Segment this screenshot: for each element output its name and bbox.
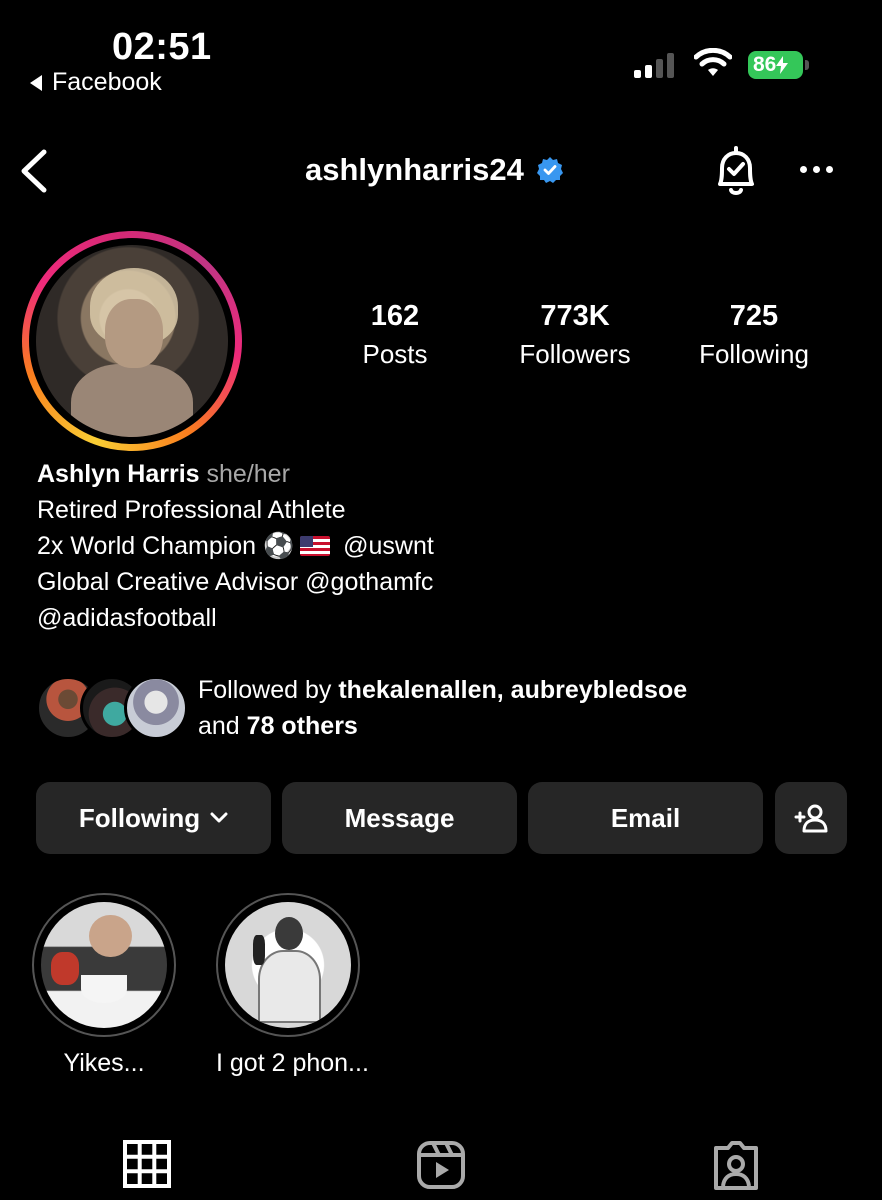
mutual-avatar	[124, 676, 188, 740]
posts-label: Posts	[362, 339, 428, 369]
add-person-icon	[794, 804, 828, 833]
email-button-label: Email	[610, 802, 681, 833]
highlight-label: I got 2 phon...	[216, 1049, 369, 1077]
following-button[interactable]: Following	[36, 782, 271, 854]
highlight-cover	[41, 902, 167, 1028]
highlight-cover	[225, 902, 351, 1028]
mutual-user-1: thekalenallen	[338, 676, 497, 704]
followers-label: Followers	[519, 339, 631, 369]
wifi-icon	[694, 48, 732, 76]
chevron-down-icon	[210, 812, 228, 823]
followers-count: 773K	[540, 300, 610, 332]
battery-nub	[805, 60, 809, 70]
verified-badge-icon	[536, 157, 563, 183]
cellular-signal-icon	[634, 52, 674, 78]
mutual-user-2: aubreybledsoe	[510, 676, 688, 704]
battery-indicator: 86	[748, 51, 803, 79]
pronouns: she/her	[206, 460, 290, 488]
back-app-label: Facebook	[52, 68, 162, 96]
mutual-followers-avatars[interactable]	[36, 676, 188, 740]
chevron-left-icon[interactable]	[18, 148, 50, 194]
highlight-item[interactable]: I got 2 phon...	[216, 893, 369, 1078]
more-icon[interactable]	[800, 166, 833, 173]
back-triangle-icon	[30, 74, 42, 91]
charging-bolt-icon	[776, 56, 789, 74]
battery-level: 86	[753, 53, 777, 76]
soccer-ball-emoji: ⚽	[263, 532, 295, 560]
mutual-separator: ,	[496, 676, 504, 704]
posts-count: 162	[370, 300, 420, 332]
mutual-others: 78 others	[246, 712, 358, 740]
username: ashlynharris24	[305, 152, 524, 187]
email-button[interactable]: Email	[528, 782, 763, 854]
profile-username-header: ashlynharris24	[305, 152, 564, 188]
full-name: Ashlyn Harris	[37, 460, 200, 488]
followed-by-prefix: Followed by	[198, 676, 332, 704]
following-label: Following	[699, 339, 809, 369]
us-flag-icon	[300, 536, 331, 556]
add-user-button[interactable]	[775, 782, 847, 854]
back-to-app-link[interactable]: Facebook	[30, 68, 162, 97]
message-button-label: Message	[344, 802, 455, 833]
stat-followers[interactable]: 773K Followers	[495, 300, 655, 370]
grid-icon[interactable]	[123, 1140, 171, 1188]
following-button-label: Following	[78, 802, 201, 833]
followed-by-text[interactable]: Followed by thekalenallen, aubreybledsoe…	[198, 672, 687, 744]
mention-uswnt[interactable]: @uswnt	[343, 532, 434, 560]
bell-check-icon[interactable]	[710, 144, 762, 200]
profile-bio: Ashlyn Harris she/her Retired Profession…	[37, 456, 434, 636]
reels-icon[interactable]	[416, 1140, 466, 1190]
mention-adidasfootball[interactable]: @adidasfootball	[37, 600, 434, 636]
mutual-and: and	[198, 712, 240, 740]
tagged-icon[interactable]	[710, 1140, 762, 1192]
bio-line-3[interactable]: Global Creative Advisor @gothamfc	[37, 564, 434, 600]
profile-page: 02:51 Facebook 86 ashlynharris24 162 Pos…	[0, 0, 882, 1200]
following-count: 725	[729, 300, 779, 332]
profile-avatar	[36, 245, 228, 437]
stat-posts[interactable]: 162 Posts	[315, 300, 475, 370]
message-button[interactable]: Message	[282, 782, 517, 854]
profile-avatar-story-ring[interactable]	[22, 231, 242, 451]
status-time: 02:51	[112, 26, 212, 68]
highlight-label: Yikes...	[63, 1049, 145, 1077]
stat-following[interactable]: 725 Following	[674, 300, 834, 370]
bio-line-1: Retired Professional Athlete	[37, 496, 346, 524]
bio-line-2: 2x World Champion	[37, 532, 257, 560]
highlight-item[interactable]: Yikes...	[32, 893, 176, 1078]
